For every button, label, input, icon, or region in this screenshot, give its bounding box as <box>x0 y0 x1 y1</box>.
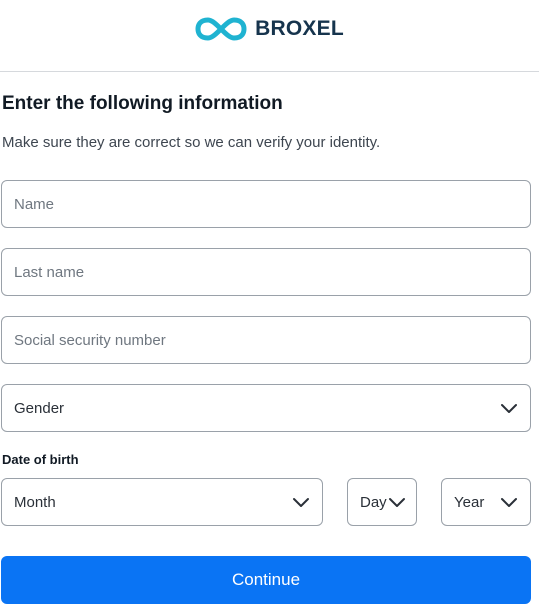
name-field <box>1 180 531 228</box>
chevron-down-icon <box>293 498 309 507</box>
last-name-field <box>1 248 531 296</box>
last-name-input[interactable] <box>2 249 530 295</box>
month-select[interactable]: Month <box>1 478 323 526</box>
brand-name: BROXEL <box>255 16 344 40</box>
header: BROXEL <box>0 0 539 72</box>
gender-select-value: Gender <box>14 399 65 417</box>
ssn-field <box>1 316 531 364</box>
date-of-birth-label: Date of birth <box>2 452 79 467</box>
chevron-down-icon <box>389 498 405 507</box>
page: BROXEL Enter the following information M… <box>0 0 539 616</box>
brand-logo: BROXEL <box>195 15 344 43</box>
gender-select[interactable]: Gender <box>1 384 531 432</box>
chevron-down-icon <box>501 404 517 413</box>
continue-button[interactable]: Continue <box>1 556 531 604</box>
year-select-value: Year <box>454 493 485 511</box>
chevron-down-icon <box>501 498 517 507</box>
infinity-logo-icon <box>195 17 247 40</box>
day-select-value: Day <box>360 493 387 511</box>
name-input[interactable] <box>2 181 530 227</box>
month-select-value: Month <box>14 493 56 511</box>
page-subtitle: Make sure they are correct so we can ver… <box>2 134 381 151</box>
year-select[interactable]: Year <box>441 478 531 526</box>
ssn-input[interactable] <box>2 317 530 363</box>
day-select[interactable]: Day <box>347 478 417 526</box>
page-title: Enter the following information <box>2 93 283 114</box>
